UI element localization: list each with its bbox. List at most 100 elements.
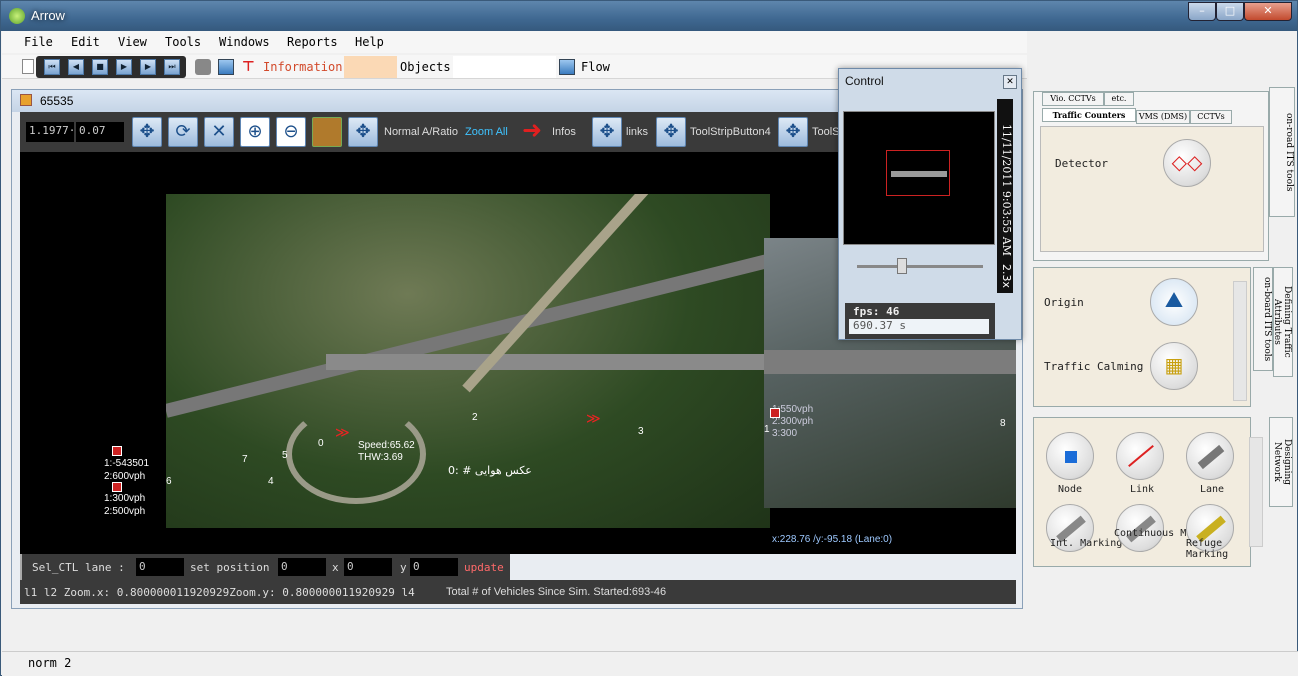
zoom-status: l1 l2 Zoom.x: 0.800000011920929Zoom.y: 0… — [24, 586, 415, 599]
app-window: Arrow – □ ✕ File Edit View Tools Windows… — [0, 0, 1298, 676]
information-icon[interactable]: ⊤ — [242, 59, 258, 75]
minimize-button[interactable]: – — [1188, 2, 1216, 21]
minimap[interactable] — [843, 111, 995, 245]
normal-ratio-button[interactable]: Normal A/Ratio — [384, 126, 458, 138]
links-button[interactable]: links — [626, 126, 648, 138]
close-button[interactable]: ✕ — [1244, 2, 1292, 21]
node-label: 7 — [242, 454, 248, 465]
tab-designing-network[interactable]: Designing Network — [1269, 417, 1293, 507]
flow-label: 1:300vph — [104, 493, 146, 504]
update-button[interactable]: update — [464, 561, 504, 574]
prev-icon[interactable]: ◀ — [68, 59, 84, 75]
zoom-in-icon[interactable]: ⊕ — [240, 117, 270, 147]
picture-icon[interactable] — [218, 59, 234, 75]
map-status-row: l1 l2 Zoom.x: 0.800000011920929Zoom.y: 0… — [20, 580, 1016, 604]
map-icon[interactable] — [195, 59, 211, 75]
play-icon[interactable]: ▶ — [116, 59, 132, 75]
y-field[interactable]: 0 — [410, 558, 458, 576]
toolstrip5-icon[interactable]: ✥ — [778, 117, 808, 147]
detector-icon[interactable] — [112, 446, 122, 456]
flow-icon[interactable] — [559, 59, 575, 75]
lane-field[interactable]: 0 — [136, 558, 184, 576]
lane-tool-icon[interactable] — [1186, 432, 1234, 480]
node-label: 1 — [764, 424, 770, 435]
infos-button[interactable]: Infos — [552, 126, 576, 138]
title-bar: Arrow – □ ✕ — [1, 1, 1297, 31]
flow-button[interactable]: Flow — [581, 60, 610, 74]
menu-reports[interactable]: Reports — [287, 35, 338, 49]
detector-icon[interactable] — [770, 408, 780, 418]
menu-edit[interactable]: Edit — [71, 35, 100, 49]
menu-view[interactable]: View — [118, 35, 147, 49]
menu-help[interactable]: Help — [355, 35, 384, 49]
color-swatch[interactable] — [344, 56, 397, 78]
detector-icon[interactable]: ≫ — [586, 412, 610, 426]
move-icon[interactable]: ✥ — [348, 117, 378, 147]
int-marking-label: Int. Marking — [1050, 538, 1123, 549]
tab-traffic-attributes[interactable]: Defining Traffic Attributes — [1272, 267, 1293, 377]
app-icon — [9, 8, 25, 24]
x-field[interactable]: 0 — [344, 558, 392, 576]
toolstrip4-icon[interactable]: ✥ — [656, 117, 686, 147]
network-scrollbar[interactable] — [1249, 437, 1263, 547]
arrow-icon[interactable]: ➜ — [522, 116, 542, 144]
link-tool-icon[interactable] — [1116, 432, 1164, 480]
origin-tool-icon[interactable]: ⛰ — [1150, 278, 1198, 326]
next-icon[interactable]: ▶ — [140, 59, 156, 75]
tab-on-road-its[interactable]: on-road ITS tools — [1269, 87, 1295, 217]
node-label: Node — [1058, 484, 1083, 495]
window-icon — [20, 94, 32, 106]
lane-label: Lane — [1200, 484, 1225, 495]
toolstrip4-button[interactable]: ToolStripButton4 — [690, 126, 771, 138]
zoom-out-icon[interactable]: ⊖ — [276, 117, 306, 147]
zoom-field-1[interactable]: 1.1977· — [26, 122, 75, 142]
last-icon[interactable]: ⏭ — [164, 59, 180, 75]
its-tools-box: Vio. CCTVs etc. Traffic Counters VMS (DM… — [1033, 91, 1269, 261]
control-close-icon[interactable]: ✕ — [1003, 75, 1017, 89]
network-design-box: Node Link Lane Int. Marking Continuous M… — [1033, 417, 1251, 567]
menu-file[interactable]: File — [24, 35, 53, 49]
zoom-all-button[interactable]: Zoom All — [465, 126, 508, 138]
traffic-counters-pane: Detector ◇◇ — [1040, 126, 1264, 252]
objects-field[interactable] — [453, 56, 556, 78]
tab-vio-cctvs[interactable]: Vio. CCTVs — [1042, 92, 1104, 106]
tab-vms[interactable]: VMS (DMS) — [1136, 110, 1190, 124]
objects-button[interactable]: Objects — [400, 60, 451, 74]
links-icon[interactable]: ✥ — [592, 117, 622, 147]
zoom-field-2[interactable]: 0.07 — [76, 122, 124, 142]
calming-tool-icon[interactable]: ▦ — [1150, 342, 1198, 390]
node-tool-icon[interactable] — [1046, 432, 1094, 480]
rotate-icon[interactable]: ⟳ — [168, 117, 198, 147]
node-label: 2 — [472, 412, 478, 423]
menu-tools[interactable]: Tools — [165, 35, 201, 49]
thw-label: THW:3.69 — [358, 452, 403, 463]
stop-icon[interactable]: ■ — [92, 59, 108, 75]
window-title: Arrow — [31, 8, 65, 23]
zoom-slider-thumb[interactable] — [897, 258, 907, 274]
cancel-icon[interactable]: ✕ — [204, 117, 234, 147]
maximize-button[interactable]: □ — [1216, 2, 1244, 21]
first-icon[interactable]: ⏮ — [44, 59, 60, 75]
traffic-attributes-scrollbar[interactable] — [1233, 281, 1247, 401]
new-file-icon[interactable] — [22, 59, 34, 74]
zoom-slider-track[interactable] — [857, 265, 983, 268]
speed-label: Speed:65.62 — [358, 440, 415, 451]
tab-etc[interactable]: etc. — [1104, 92, 1134, 106]
color-icon[interactable] — [312, 117, 342, 147]
tab-cctvs[interactable]: CCTVs — [1190, 110, 1232, 124]
information-button[interactable]: Information — [263, 60, 342, 74]
tab-traffic-counters[interactable]: Traffic Counters — [1042, 108, 1136, 122]
position-field[interactable]: 0 — [278, 558, 326, 576]
refuge-marking-label: Refuge Marking — [1186, 538, 1229, 560]
set-position-label: set position — [190, 561, 270, 574]
detector-icon[interactable] — [112, 482, 122, 492]
detector-icon[interactable]: ≫ — [335, 426, 359, 440]
tab-on-board-its[interactable]: on-board ITS tools — [1253, 267, 1273, 371]
flow-label: 2:500vph — [104, 506, 146, 517]
panel-empty-area — [1030, 571, 1294, 647]
menu-windows[interactable]: Windows — [219, 35, 270, 49]
selection-control-bar: Sel_CTL lane : 0 set position 0 x 0 y 0 … — [20, 554, 510, 580]
pan-icon[interactable]: ✥ — [132, 117, 162, 147]
stats-box: fps: 46 690.37 s — [845, 303, 995, 339]
detector-tool-icon[interactable]: ◇◇ — [1163, 139, 1211, 187]
